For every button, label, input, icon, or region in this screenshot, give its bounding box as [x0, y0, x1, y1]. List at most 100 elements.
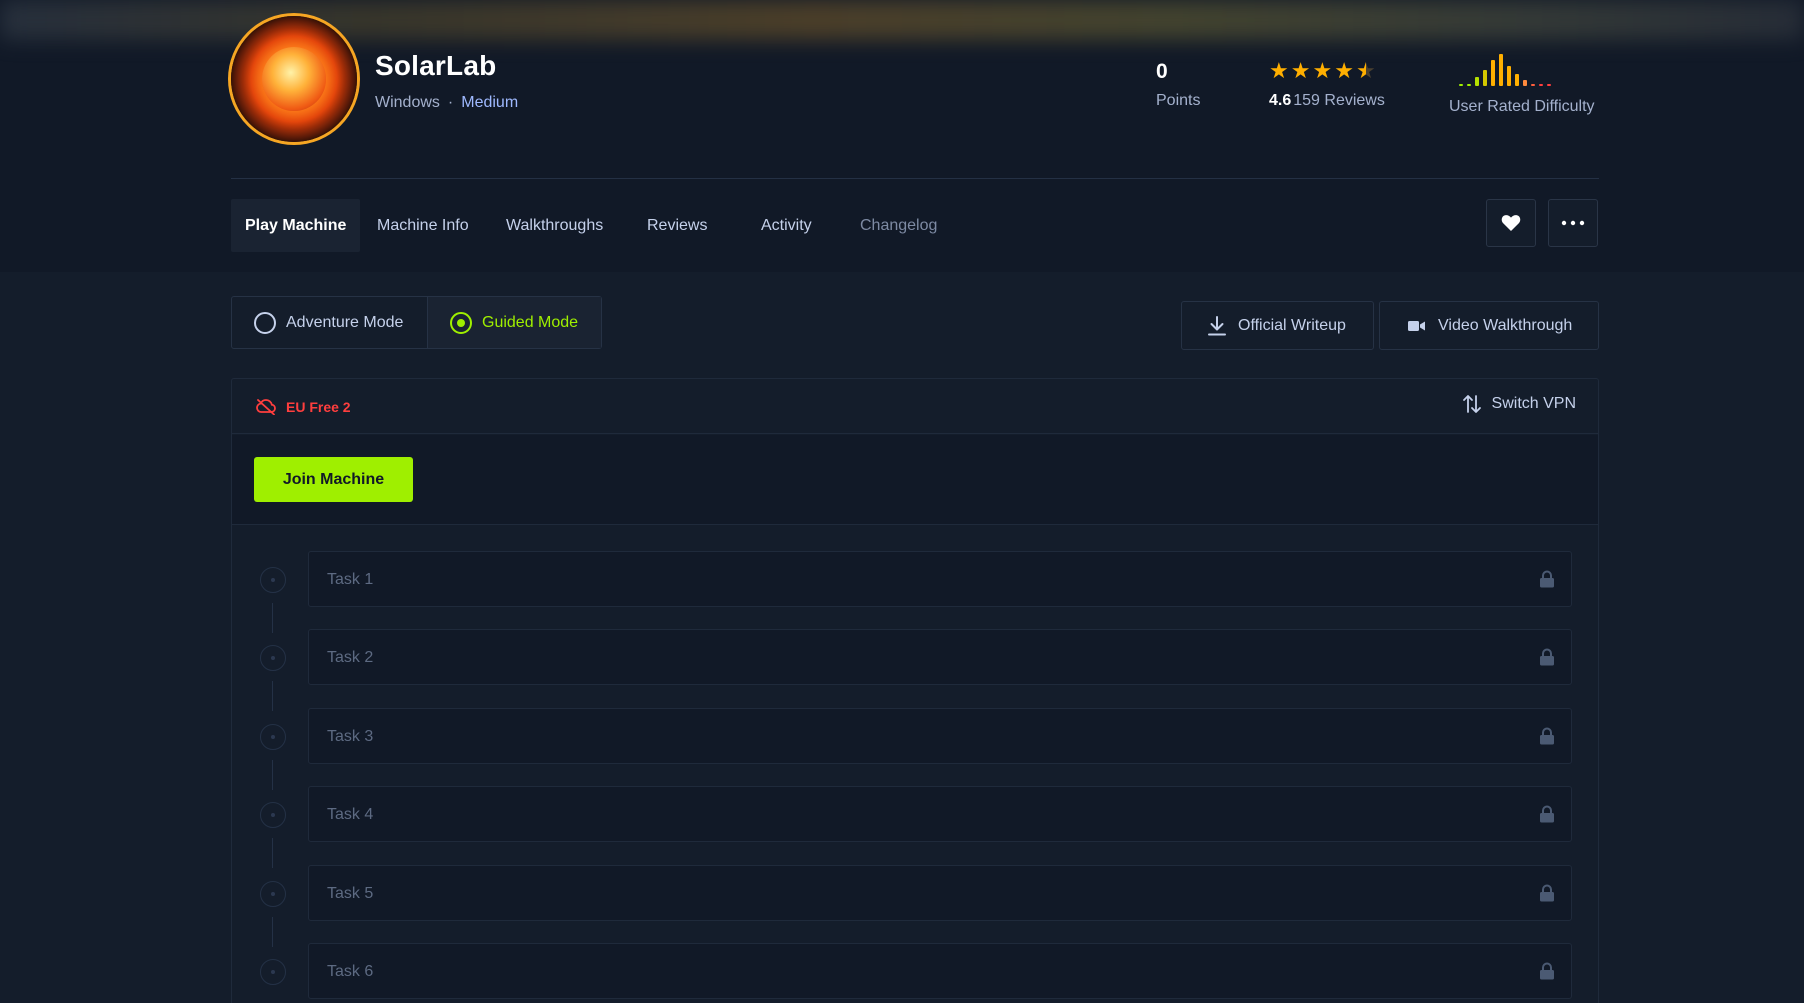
task-connector	[272, 838, 273, 868]
task-label: Task 2	[327, 649, 374, 666]
task-item: Task 3	[232, 708, 1598, 790]
rating-score: 4.6	[1269, 92, 1292, 109]
task-item: Task 6	[232, 943, 1598, 999]
star-half-icon: ★	[1355, 58, 1376, 83]
tab-machine-info[interactable]: Machine Info	[377, 199, 469, 252]
guided-mode-label: Guided Mode	[482, 313, 579, 331]
task-item: Task 5	[232, 865, 1598, 947]
difficulty-bar	[1539, 84, 1543, 86]
radio-checked-icon	[450, 311, 472, 334]
task-label: Task 5	[327, 885, 374, 902]
video-walkthrough-label: Video Walkthrough	[1438, 316, 1573, 334]
heart-icon	[1501, 215, 1521, 231]
difficulty-bar	[1491, 60, 1495, 86]
subtitle-separator: ·	[447, 94, 454, 111]
points-label: Points	[1156, 92, 1201, 109]
star-full-icon: ★	[1312, 58, 1333, 83]
difficulty-label: User Rated Difficulty	[1449, 98, 1595, 115]
mode-selector: Adventure Mode Guided Mode	[231, 296, 602, 349]
difficulty-bar	[1523, 80, 1527, 86]
adventure-mode-option[interactable]: Adventure Mode	[232, 297, 428, 348]
vpn-server-name: EU Free 2	[286, 399, 351, 415]
official-writeup-button[interactable]: Official Writeup	[1181, 301, 1374, 350]
switch-vpn-button[interactable]: Switch VPN	[1462, 394, 1576, 414]
official-writeup-label: Official Writeup	[1238, 316, 1346, 334]
video-camera-icon	[1408, 320, 1425, 331]
rating-stat[interactable]: ★ ★ ★ ★ ★ 4.6 159 Reviews	[1269, 60, 1385, 110]
rating-summary: 4.6 159 Reviews	[1269, 92, 1385, 110]
rating-stars: ★ ★ ★ ★ ★	[1269, 60, 1385, 82]
difficulty-bar	[1531, 84, 1535, 86]
task-card[interactable]: Task 3	[308, 708, 1572, 764]
tab-walkthroughs[interactable]: Walkthroughs	[506, 199, 603, 252]
task-label: Task 6	[327, 963, 374, 980]
star-full-icon: ★	[1290, 58, 1311, 83]
difficulty-stat[interactable]: User Rated Difficulty	[1449, 50, 1595, 116]
lock-icon	[1540, 805, 1554, 823]
lock-icon	[1540, 727, 1554, 745]
machine-tabs: Play Machine Machine Info Walkthroughs R…	[231, 199, 1599, 252]
task-step-node	[260, 724, 286, 750]
task-card[interactable]: Task 1	[308, 551, 1572, 607]
lock-icon	[1540, 570, 1554, 588]
switch-vpn-label: Switch VPN	[1491, 395, 1576, 412]
star-full-icon: ★	[1269, 58, 1289, 83]
task-card[interactable]: Task 2	[308, 629, 1572, 685]
vpn-server: EU Free 2	[256, 399, 351, 415]
task-item: Task 2	[232, 629, 1598, 711]
play-machine-panel: EU Free 2 Switch VPN Join Machine Task 1…	[231, 378, 1599, 1003]
machine-os: Windows	[375, 94, 440, 111]
sun-icon	[262, 47, 326, 111]
cloud-off-icon	[256, 399, 276, 415]
join-machine-button[interactable]: Join Machine	[254, 457, 413, 502]
difficulty-bar	[1515, 74, 1519, 86]
task-label: Task 4	[327, 806, 374, 823]
vpn-bar: EU Free 2 Switch VPN	[232, 379, 1598, 434]
points-stat: 0 Points	[1156, 60, 1200, 110]
machine-difficulty[interactable]: Medium	[461, 94, 518, 111]
lock-icon	[1540, 962, 1554, 980]
lock-icon	[1540, 884, 1554, 902]
task-label: Task 1	[327, 571, 374, 588]
favorite-button[interactable]	[1486, 199, 1536, 247]
machine-avatar	[231, 16, 357, 142]
difficulty-bar	[1507, 66, 1511, 86]
difficulty-bar	[1483, 70, 1487, 86]
guided-mode-option[interactable]: Guided Mode	[428, 297, 601, 348]
task-item: Task 4	[232, 786, 1598, 868]
tab-activity[interactable]: Activity	[761, 199, 812, 252]
switch-arrows-icon	[1462, 395, 1481, 413]
task-label: Task 3	[327, 728, 374, 745]
rating-reviews: 159 Reviews	[1293, 92, 1385, 109]
machine-subtitle: Windows · Medium	[375, 94, 518, 112]
difficulty-bar	[1475, 77, 1479, 86]
difficulty-chart	[1449, 50, 1559, 86]
adventure-mode-label: Adventure Mode	[286, 313, 404, 331]
difficulty-bar	[1467, 84, 1471, 86]
difficulty-bar	[1499, 54, 1503, 86]
header-divider	[231, 178, 1599, 179]
task-card[interactable]: Task 4	[308, 786, 1572, 842]
task-connector	[272, 681, 273, 711]
join-machine-area: Join Machine	[232, 435, 1598, 525]
task-step-node	[260, 567, 286, 593]
task-item: Task 1	[232, 551, 1598, 633]
more-options-button[interactable]	[1548, 199, 1598, 247]
machine-title: SolarLab	[375, 50, 497, 81]
task-card[interactable]: Task 6	[308, 943, 1572, 999]
tab-play-machine[interactable]: Play Machine	[231, 199, 361, 252]
task-step-node	[260, 959, 286, 985]
task-step-node	[260, 802, 286, 828]
radio-unchecked-icon	[254, 311, 276, 334]
task-card[interactable]: Task 5	[308, 865, 1572, 921]
video-walkthrough-button[interactable]: Video Walkthrough	[1379, 301, 1599, 350]
lock-icon	[1540, 648, 1554, 666]
tab-reviews[interactable]: Reviews	[647, 199, 707, 252]
points-value: 0	[1156, 60, 1168, 83]
star-full-icon: ★	[1334, 58, 1354, 83]
difficulty-bar	[1459, 84, 1463, 86]
tab-changelog[interactable]: Changelog	[860, 199, 937, 252]
task-step-node	[260, 881, 286, 907]
more-dots-icon	[1561, 220, 1585, 226]
task-step-node	[260, 645, 286, 671]
